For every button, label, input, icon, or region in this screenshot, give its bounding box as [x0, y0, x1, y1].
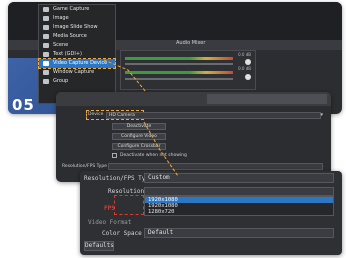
channel-1-db: 0.0 dB: [238, 52, 251, 57]
audio-mixer: 0.0 dB 0.0 dB: [120, 50, 256, 90]
menu-item-group[interactable]: Group: [39, 77, 115, 86]
resolution-type-select[interactable]: [108, 163, 323, 170]
device-select[interactable]: HD Camera: [106, 112, 321, 119]
menu-item-scene[interactable]: Scene: [39, 41, 115, 50]
menu-item-label: Image Slide Show: [53, 24, 98, 30]
deactivate-when-hidden-checkbox[interactable]: [112, 153, 117, 158]
speaker-icon[interactable]: [245, 59, 251, 65]
menu-item-image[interactable]: Image: [39, 14, 115, 23]
menu-item-label: Game Capture: [53, 6, 90, 12]
deactivate-button[interactable]: Deactivate: [112, 123, 166, 130]
device-label: Device: [88, 112, 104, 117]
menu-item-label: Scene: [53, 42, 69, 48]
fps-label: FPS: [104, 205, 115, 212]
resolution-type-select[interactable]: Custom: [144, 173, 334, 183]
resolution-panel: Resolution/FPS Type Custom Resolution 19…: [80, 171, 342, 255]
configure-video-button[interactable]: Configure Video: [112, 133, 166, 140]
menu-item-window-capture[interactable]: Window Capture: [39, 68, 115, 77]
menu-item-label: Video Capture Device: [53, 60, 108, 66]
resolution-highlight: [114, 195, 144, 215]
menu-item-label: Window Capture: [53, 69, 95, 75]
volume-slider-1[interactable]: [125, 63, 233, 65]
window-icon: [43, 70, 49, 75]
text-icon: [43, 52, 49, 57]
play-icon: [43, 34, 49, 39]
preview-strip: [56, 92, 331, 106]
chevron-down-icon[interactable]: ▾: [320, 112, 323, 118]
menu-item-game-capture[interactable]: Game Capture: [39, 5, 115, 14]
menu-item-text[interactable]: Text (GDI+): [39, 50, 115, 59]
resolution-option[interactable]: 1280x720: [145, 209, 333, 215]
image-icon: [43, 16, 49, 21]
menu-item-image-slide-show[interactable]: Image Slide Show: [39, 23, 115, 32]
resolution-select[interactable]: [144, 187, 334, 196]
volume-meter-1: [125, 57, 233, 60]
scene-icon: [43, 43, 49, 48]
configure-crossbar-button[interactable]: Configure Crossbar: [112, 143, 166, 150]
menu-item-label: Media Source: [53, 33, 87, 39]
resolution-label: Resolution: [108, 188, 145, 195]
color-space-label: Color Space: [102, 230, 142, 237]
gamepad-icon: [43, 7, 49, 12]
folder-icon: [43, 79, 49, 84]
color-space-select[interactable]: Default: [144, 228, 334, 238]
slideshow-icon: [43, 25, 49, 30]
menu-item-media-source[interactable]: Media Source: [39, 32, 115, 41]
camera-icon: [43, 61, 49, 66]
add-source-menu: Game Capture Image Image Slide Show Medi…: [38, 4, 116, 104]
menu-item-label: Image: [53, 15, 69, 21]
video-format-label: Video Format: [88, 219, 132, 226]
audio-mixer-title: Audio Mixer: [176, 40, 206, 46]
preview-thumbnail: [207, 94, 327, 104]
speaker-icon[interactable]: [245, 74, 251, 80]
checkbox-label: Deactivate when not showing: [120, 153, 187, 158]
volume-slider-2[interactable]: [125, 78, 233, 80]
resolution-options: 1920x1080 1920x1080 1280x720: [144, 196, 334, 216]
resolution-type-label: Resolution/FPS Type: [62, 164, 107, 169]
channel-2-db: 0.0 dB: [238, 66, 251, 71]
menu-item-video-capture-device[interactable]: Video Capture Device: [38, 58, 116, 69]
menu-item-label: Text (GDI+): [53, 51, 82, 57]
step-badge: 05: [12, 96, 35, 114]
device-properties-panel: Device HD Camera ▾ Deactivate Configure …: [56, 92, 331, 182]
resolution-type-label: Resolution/FPS Type: [84, 175, 153, 182]
volume-meter-2: [125, 71, 233, 74]
defaults-button[interactable]: Defaults: [84, 241, 114, 251]
menu-item-label: Group: [53, 78, 69, 84]
